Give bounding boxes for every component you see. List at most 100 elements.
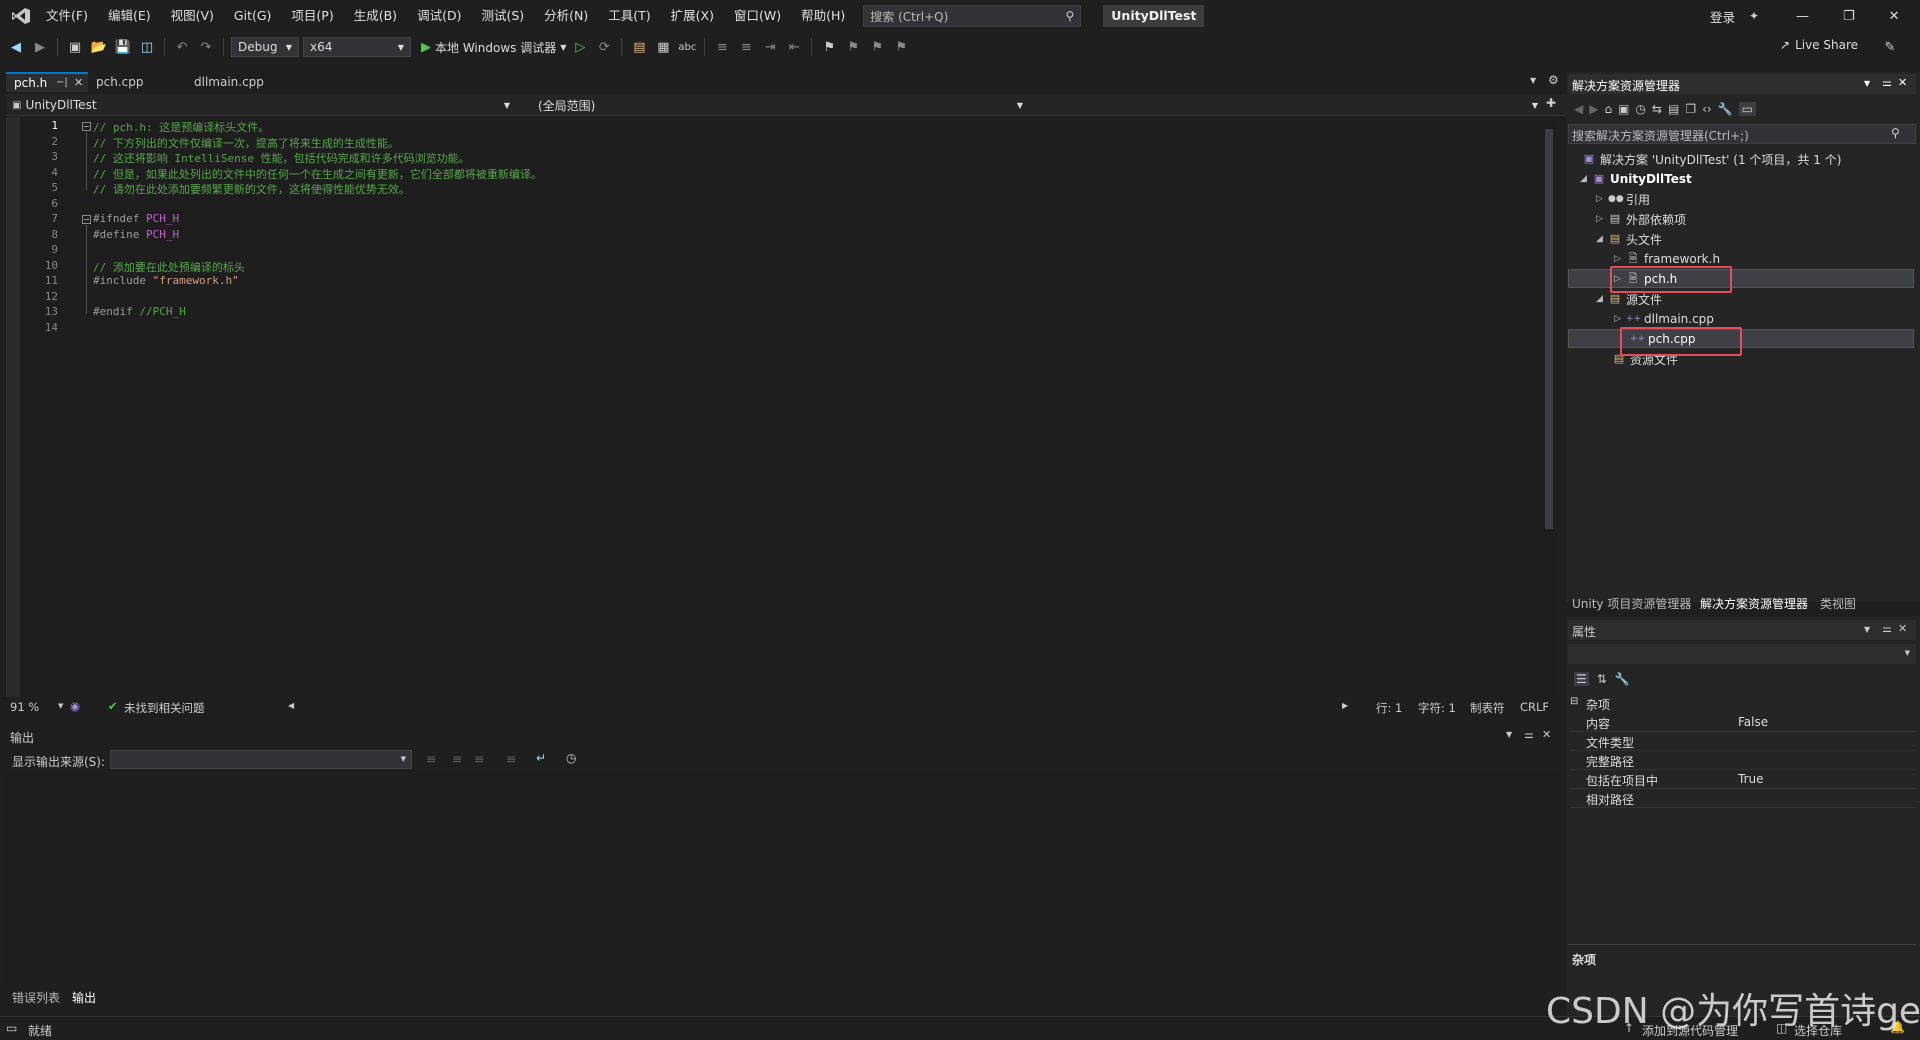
back-icon[interactable]: ◀ bbox=[1574, 102, 1583, 116]
show-all-files-icon[interactable]: ❐ bbox=[1685, 102, 1696, 116]
collapse-category-icon[interactable]: ⊟ bbox=[1570, 696, 1578, 707]
collapsed-arrow-icon[interactable]: ▷ bbox=[1596, 194, 1608, 204]
tree-solution[interactable]: ▣ 解决方案 'UnityDllTest' (1 个项目，共 1 个) bbox=[1582, 150, 1842, 168]
redo-icon[interactable]: ↷ bbox=[196, 37, 216, 57]
tree-references[interactable]: ▷ ●● 引用 bbox=[1596, 190, 1650, 208]
next-message-icon[interactable]: ≡ bbox=[474, 752, 484, 766]
menu-debug[interactable]: 调试(D) bbox=[407, 0, 471, 32]
code-line[interactable]: // 但是，如果此处列出的文件中的任何一个在生成之间有更新，它们全部都将被重新编… bbox=[93, 166, 542, 182]
intellicode-icon[interactable]: ◉ bbox=[70, 699, 80, 713]
menu-file[interactable]: 文件(F) bbox=[36, 0, 98, 32]
menu-help[interactable]: 帮助(H) bbox=[791, 0, 855, 32]
home-icon[interactable]: ⌂ bbox=[1604, 102, 1612, 116]
tree-dllmain-cpp[interactable]: ▷ ++ dllmain.cpp bbox=[1614, 310, 1714, 328]
menu-analyze[interactable]: 分析(N) bbox=[534, 0, 598, 32]
settings-gear-icon[interactable]: ⚙ bbox=[1548, 73, 1559, 87]
collapsed-arrow-icon[interactable]: ▷ bbox=[1614, 314, 1626, 324]
account-icon[interactable]: ✦ bbox=[1749, 9, 1759, 23]
project-nav-select[interactable]: ▣ UnityDllTest ▼ bbox=[6, 96, 516, 114]
panel-menu-icon[interactable]: ▼ bbox=[1864, 625, 1870, 634]
tabs-indicator[interactable]: 制表符 bbox=[1470, 700, 1505, 716]
menu-window[interactable]: 窗口(W) bbox=[724, 0, 791, 32]
code-line[interactable]: // 下方列出的文件仅编译一次，提高了将来生成的生成性能。 bbox=[93, 135, 399, 151]
line-indicator[interactable]: 行: 1 bbox=[1376, 700, 1402, 716]
code-line[interactable]: // 请勿在此处添加要频繁更新的文件，这将使得性能优势无效。 bbox=[93, 181, 410, 197]
property-pages-icon[interactable]: 🔧 bbox=[1615, 672, 1630, 686]
close-icon[interactable]: ✕ bbox=[1542, 728, 1551, 741]
code-line[interactable]: #include "framework.h" bbox=[93, 274, 239, 287]
tab-solution-explorer[interactable]: 解决方案资源管理器 bbox=[1700, 595, 1808, 612]
property-value[interactable]: True bbox=[1738, 772, 1764, 786]
word-wrap-icon[interactable]: ↵ bbox=[536, 751, 546, 765]
tab-pch-h[interactable]: pch.h −| ✕ bbox=[6, 72, 88, 92]
browse-icon[interactable]: ▤ bbox=[629, 37, 649, 57]
expanded-arrow-icon[interactable]: ◢ bbox=[1596, 234, 1608, 244]
property-row[interactable]: 相对路径 bbox=[1570, 789, 1916, 808]
code-line[interactable]: // pch.h: 这是预编译标头文件。 bbox=[93, 119, 269, 135]
next-bookmark-icon[interactable]: ⚑ bbox=[867, 37, 887, 57]
close-tab-icon[interactable]: ✕ bbox=[74, 74, 83, 92]
collapsed-arrow-icon[interactable]: ▷ bbox=[1596, 214, 1608, 224]
visual-studio-logo-icon[interactable] bbox=[6, 0, 36, 32]
feedback-icon[interactable]: ✎ bbox=[1880, 37, 1900, 57]
code-line[interactable]: #ifndef PCH_H bbox=[93, 212, 179, 225]
output-source-select[interactable]: ▼ bbox=[110, 750, 412, 769]
tab-output[interactable]: 输出 bbox=[72, 989, 96, 1006]
collapsed-arrow-icon[interactable]: ▷ bbox=[1614, 254, 1626, 264]
find-message-icon[interactable]: ≡ bbox=[426, 752, 436, 766]
uncomment-icon[interactable]: ≡ bbox=[736, 37, 756, 57]
menu-git[interactable]: Git(G) bbox=[224, 0, 282, 32]
tree-header-files[interactable]: ◢ ▤ 头文件 bbox=[1596, 230, 1662, 248]
close-icon[interactable]: ✕ bbox=[1898, 622, 1907, 635]
view-code-icon[interactable]: ‹› bbox=[1702, 102, 1712, 116]
forward-icon[interactable]: ▶ bbox=[1589, 102, 1598, 116]
run-debugger-button[interactable]: ▶ 本地 Windows 调试器 ▼ bbox=[421, 39, 566, 56]
panel-menu-icon[interactable]: ▼ bbox=[1506, 730, 1512, 739]
save-icon[interactable]: 💾 bbox=[113, 37, 133, 57]
fold-toggle-icon[interactable]: − bbox=[82, 122, 91, 131]
solution-search-input[interactable]: 搜索解决方案资源管理器(Ctrl+;) ⚲ bbox=[1568, 124, 1916, 144]
output-window-icon[interactable]: ▭ bbox=[6, 1021, 17, 1035]
menu-view[interactable]: 视图(V) bbox=[161, 0, 224, 32]
code-line[interactable]: #endif //PCH_H bbox=[93, 305, 186, 318]
back-icon[interactable]: ◀ bbox=[6, 37, 26, 57]
h-scroll-right-icon[interactable]: ▶ bbox=[1342, 701, 1348, 710]
panel-menu-icon[interactable]: ▼ bbox=[1864, 79, 1870, 88]
chevron-down-icon[interactable]: ▼ bbox=[58, 702, 63, 710]
property-row[interactable]: 文件类型 bbox=[1570, 732, 1916, 751]
switch-views-icon[interactable]: ▣ bbox=[1618, 102, 1629, 116]
expanded-arrow-icon[interactable]: ◢ bbox=[1596, 294, 1608, 304]
expanded-arrow-icon[interactable]: ◢ bbox=[1580, 174, 1592, 184]
scope-nav-select[interactable]: (全局范围) ▼ bbox=[528, 96, 1033, 114]
start-without-debug-icon[interactable]: ▷ bbox=[570, 37, 590, 57]
menu-extensions[interactable]: 扩展(X) bbox=[661, 0, 724, 32]
hot-reload-icon[interactable]: ⟳ bbox=[594, 37, 614, 57]
tab-dropdown-icon[interactable]: ▼ bbox=[1530, 76, 1536, 85]
collapse-all-icon[interactable]: ▤ bbox=[1668, 102, 1679, 116]
properties-wrench-icon[interactable]: 🔧 bbox=[1718, 102, 1733, 116]
properties-category-row[interactable]: ⊟ 杂项 bbox=[1570, 694, 1916, 713]
spell-check-icon[interactable]: abc bbox=[677, 37, 697, 57]
property-row[interactable]: 完整路径 bbox=[1570, 751, 1916, 770]
menu-test[interactable]: 测试(S) bbox=[471, 0, 534, 32]
close-icon[interactable]: ✕ bbox=[1898, 76, 1907, 89]
pin-icon[interactable]: ⚌ bbox=[1882, 622, 1892, 635]
pin-icon[interactable]: −| bbox=[56, 74, 68, 92]
fold-toggle-icon[interactable]: − bbox=[82, 215, 91, 224]
menu-edit[interactable]: 编辑(E) bbox=[98, 0, 161, 32]
bookmark-icon[interactable]: ⚑ bbox=[819, 37, 839, 57]
outdent-icon[interactable]: ⇤ bbox=[784, 37, 804, 57]
output-content[interactable] bbox=[6, 774, 1560, 984]
issues-status[interactable]: 未找到相关问题 bbox=[124, 700, 205, 716]
undo-icon[interactable]: ↶ bbox=[172, 37, 192, 57]
code-line[interactable]: #define PCH_H bbox=[93, 228, 179, 241]
property-value[interactable]: False bbox=[1738, 715, 1768, 729]
alphabetical-icon[interactable]: ⇅ bbox=[1597, 672, 1607, 686]
menu-build[interactable]: 生成(B) bbox=[344, 0, 407, 32]
menu-tools[interactable]: 工具(T) bbox=[598, 0, 660, 32]
new-project-icon[interactable]: ▣ bbox=[65, 37, 85, 57]
tab-error-list[interactable]: 错误列表 bbox=[12, 989, 60, 1006]
split-editor-icon[interactable]: ✚ bbox=[1546, 96, 1556, 110]
search-input[interactable]: 搜索 (Ctrl+Q) ⚲ bbox=[863, 5, 1082, 27]
member-nav-select[interactable]: ▼ bbox=[1034, 96, 1544, 114]
